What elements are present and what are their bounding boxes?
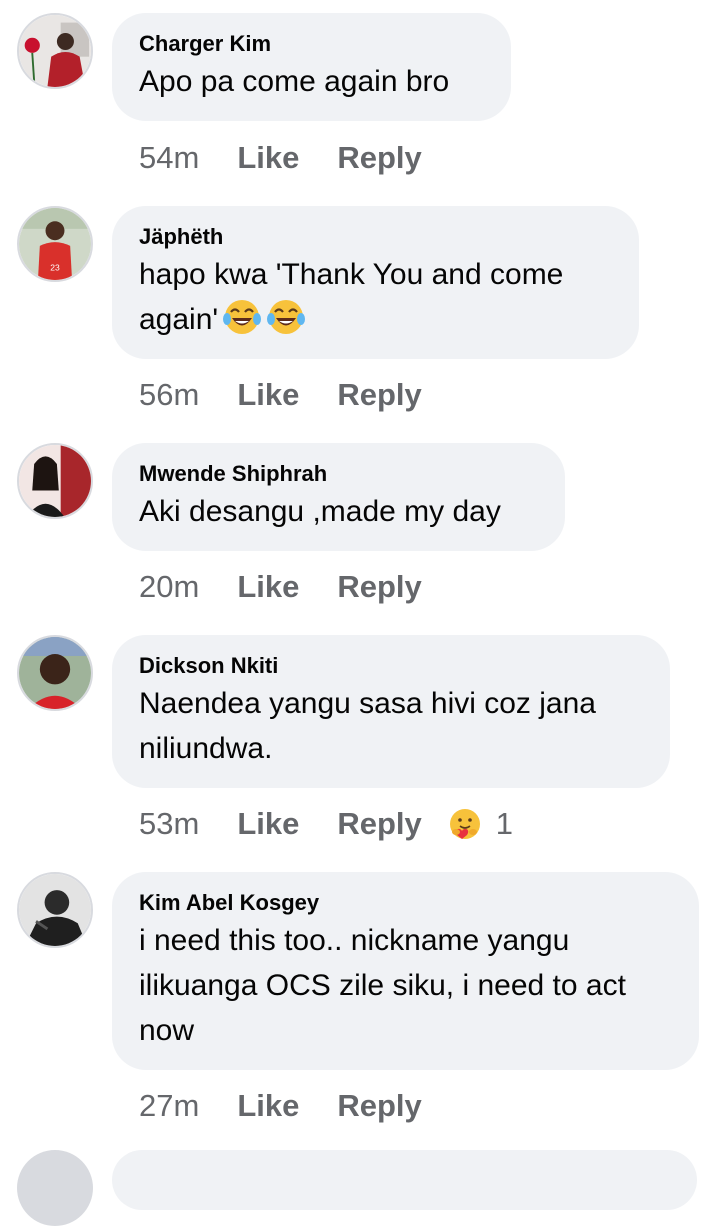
avatar-photo	[19, 874, 91, 946]
comment-text: Apo pa come again bro	[139, 65, 450, 98]
care-reaction-icon	[449, 809, 480, 839]
avatar[interactable]	[17, 443, 93, 519]
comment-text-line: ilikuanga OCS zile siku, i need to act	[139, 969, 626, 1002]
comment-text-line-with-emoji: again'	[139, 297, 611, 342]
like-button[interactable]: Like	[237, 140, 299, 176]
reply-button[interactable]: Reply	[337, 140, 421, 176]
avatar[interactable]: 23	[17, 206, 93, 282]
avatar-photo	[19, 637, 91, 709]
comment-actions: 54m Like Reply	[139, 138, 460, 178]
comment-bubble: Charger Kim Apo pa come again bro	[112, 13, 511, 121]
reaction-summary[interactable]: 1	[448, 806, 513, 842]
comment-timestamp[interactable]: 53m	[139, 806, 199, 842]
reply-button[interactable]: Reply	[337, 377, 421, 413]
avatar[interactable]	[17, 635, 93, 711]
reply-button[interactable]: Reply	[337, 806, 421, 842]
comment-actions: 53m Like Reply 1	[139, 804, 513, 844]
comment-author[interactable]: Mwende Shiphrah	[139, 461, 537, 487]
comment-text-line: Naendea yangu sasa hivi coz jana	[139, 687, 596, 720]
svg-text:23: 23	[50, 263, 60, 273]
comment-text-line: hapo kwa 'Thank You and come	[139, 258, 564, 291]
like-button[interactable]: Like	[237, 569, 299, 605]
comment-author[interactable]: Jäphëth	[139, 224, 611, 250]
comment-bubble	[112, 1150, 697, 1210]
comment-bubble: Mwende Shiphrah Aki desangu ,made my day	[112, 443, 565, 551]
avatar-photo	[19, 15, 91, 87]
comment-author[interactable]: Charger Kim	[139, 31, 483, 57]
comment-text-line: niliundwa.	[139, 732, 273, 765]
comment-actions: 56m Like Reply	[139, 375, 460, 415]
reaction-count: 1	[495, 806, 514, 841]
like-button[interactable]: Like	[237, 806, 299, 842]
avatar[interactable]	[17, 1150, 93, 1226]
comment-text-line: now	[139, 1014, 195, 1047]
avatar-photo: 23	[19, 208, 91, 280]
comment-timestamp[interactable]: 56m	[139, 377, 199, 413]
comment-text: hapo kwa 'Thank You and come again'	[139, 252, 611, 342]
comment-text: Aki desangu ,made my day	[139, 495, 501, 528]
comment-text-line: again'	[139, 303, 219, 336]
reply-button[interactable]: Reply	[337, 1088, 421, 1124]
avatar[interactable]	[17, 872, 93, 948]
comment-text: i need this too.. nickname yangu ilikuan…	[139, 918, 671, 1053]
like-button[interactable]: Like	[237, 1088, 299, 1124]
comment-text-line: i need this too.. nickname yangu	[139, 924, 570, 957]
comment-actions: 27m Like Reply	[139, 1086, 460, 1126]
comment-bubble: Jäphëth hapo kwa 'Thank You and come aga…	[112, 206, 639, 359]
reply-button[interactable]: Reply	[337, 569, 421, 605]
avatar[interactable]	[17, 13, 93, 89]
comment-timestamp[interactable]: 54m	[139, 140, 199, 176]
comment-timestamp[interactable]: 27m	[139, 1088, 199, 1124]
comment-author[interactable]: Kim Abel Kosgey	[139, 890, 671, 916]
like-button[interactable]: Like	[237, 377, 299, 413]
tears-of-joy-emoji-icon	[267, 300, 306, 334]
comment-bubble: Dickson Nkiti Naendea yangu sasa hivi co…	[112, 635, 670, 788]
comment-bubble: Kim Abel Kosgey i need this too.. nickna…	[112, 872, 699, 1070]
comment-author[interactable]: Dickson Nkiti	[139, 653, 642, 679]
tears-of-joy-emoji-icon	[223, 300, 262, 334]
avatar-photo	[19, 445, 91, 517]
comment-text: Naendea yangu sasa hivi coz jana niliund…	[139, 681, 642, 771]
comment-actions: 20m Like Reply	[139, 567, 460, 607]
comment-timestamp[interactable]: 20m	[139, 569, 199, 605]
